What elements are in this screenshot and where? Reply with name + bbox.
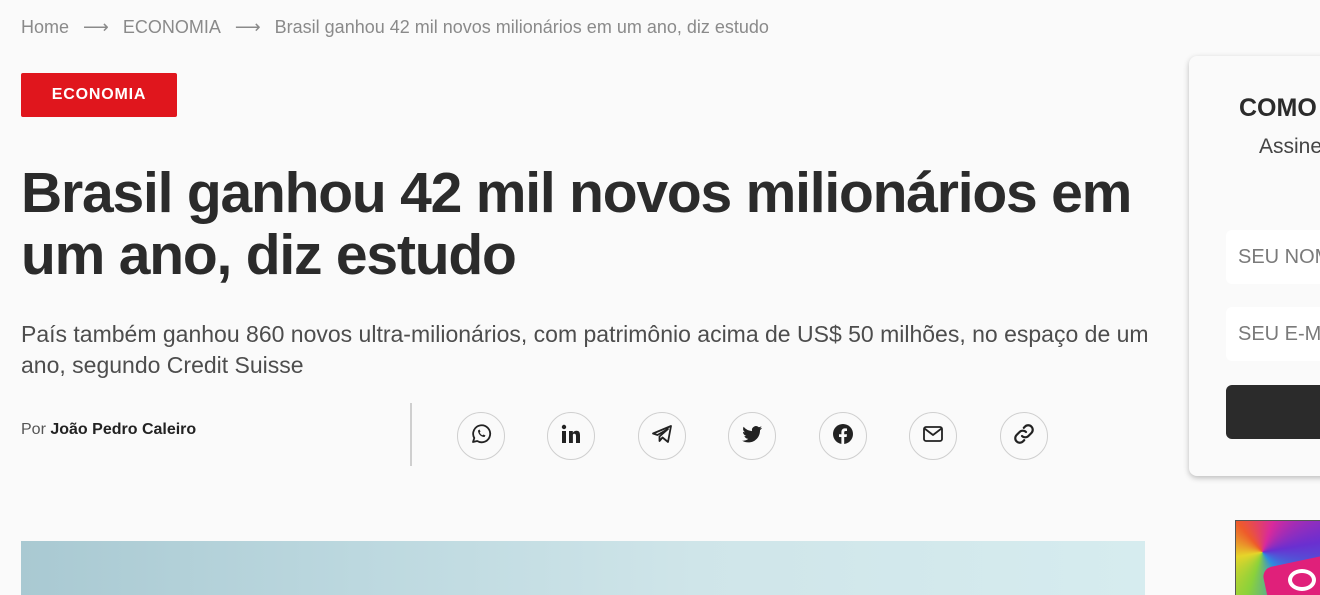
ad-thumbnail-image[interactable] bbox=[1235, 520, 1320, 595]
link-icon bbox=[1012, 422, 1036, 451]
newsletter-subtitle: Assine bbox=[1259, 135, 1320, 158]
email-icon bbox=[921, 422, 945, 451]
twitter-icon bbox=[740, 422, 764, 451]
byline-divider bbox=[410, 403, 412, 466]
linkedin-icon bbox=[559, 422, 583, 451]
newsletter-name-input[interactable] bbox=[1226, 230, 1320, 284]
share-linkedin-button[interactable] bbox=[547, 412, 595, 460]
share-copy-link-button[interactable] bbox=[1000, 412, 1048, 460]
breadcrumb-arrow-icon: ⟶ bbox=[234, 17, 261, 37]
newsletter-title: COMO bbox=[1239, 94, 1317, 122]
byline: Por João Pedro Caleiro bbox=[21, 421, 196, 439]
telegram-icon bbox=[650, 422, 674, 451]
share-telegram-button[interactable] bbox=[638, 412, 686, 460]
share-twitter-button[interactable] bbox=[728, 412, 776, 460]
whatsapp-icon bbox=[469, 422, 493, 451]
newsletter-card: COMO Assine bbox=[1189, 56, 1320, 476]
breadcrumb-section-link[interactable]: ECONOMIA bbox=[123, 17, 221, 38]
author-link[interactable]: João Pedro Caleiro bbox=[50, 421, 196, 438]
article-page: Home ⟶ ECONOMIA ⟶ Brasil ganhou 42 mil n… bbox=[0, 0, 1320, 595]
article-headline: Brasil ganhou 42 mil novos milionários e… bbox=[21, 161, 1132, 287]
breadcrumb-arrow-icon: ⟶ bbox=[83, 17, 109, 37]
newsletter-email-input[interactable] bbox=[1226, 307, 1320, 361]
breadcrumb-home-link[interactable]: Home bbox=[21, 17, 69, 38]
article-hero-image bbox=[21, 541, 1145, 595]
byline-prefix: Por bbox=[21, 421, 46, 438]
article-subtitle: País também ganhou 860 novos ultra-milio… bbox=[21, 321, 1149, 378]
facebook-icon bbox=[831, 422, 855, 451]
share-facebook-button[interactable] bbox=[819, 412, 867, 460]
newsletter-submit-button[interactable] bbox=[1226, 385, 1320, 439]
ad-logo-icon bbox=[1288, 569, 1316, 591]
breadcrumb: Home ⟶ ECONOMIA ⟶ Brasil ganhou 42 mil n… bbox=[21, 17, 769, 38]
share-whatsapp-button[interactable] bbox=[457, 412, 505, 460]
category-badge[interactable]: ECONOMIA bbox=[21, 73, 177, 117]
breadcrumb-current-page: Brasil ganhou 42 mil novos milionários e… bbox=[274, 17, 769, 37]
share-email-button[interactable] bbox=[909, 412, 957, 460]
